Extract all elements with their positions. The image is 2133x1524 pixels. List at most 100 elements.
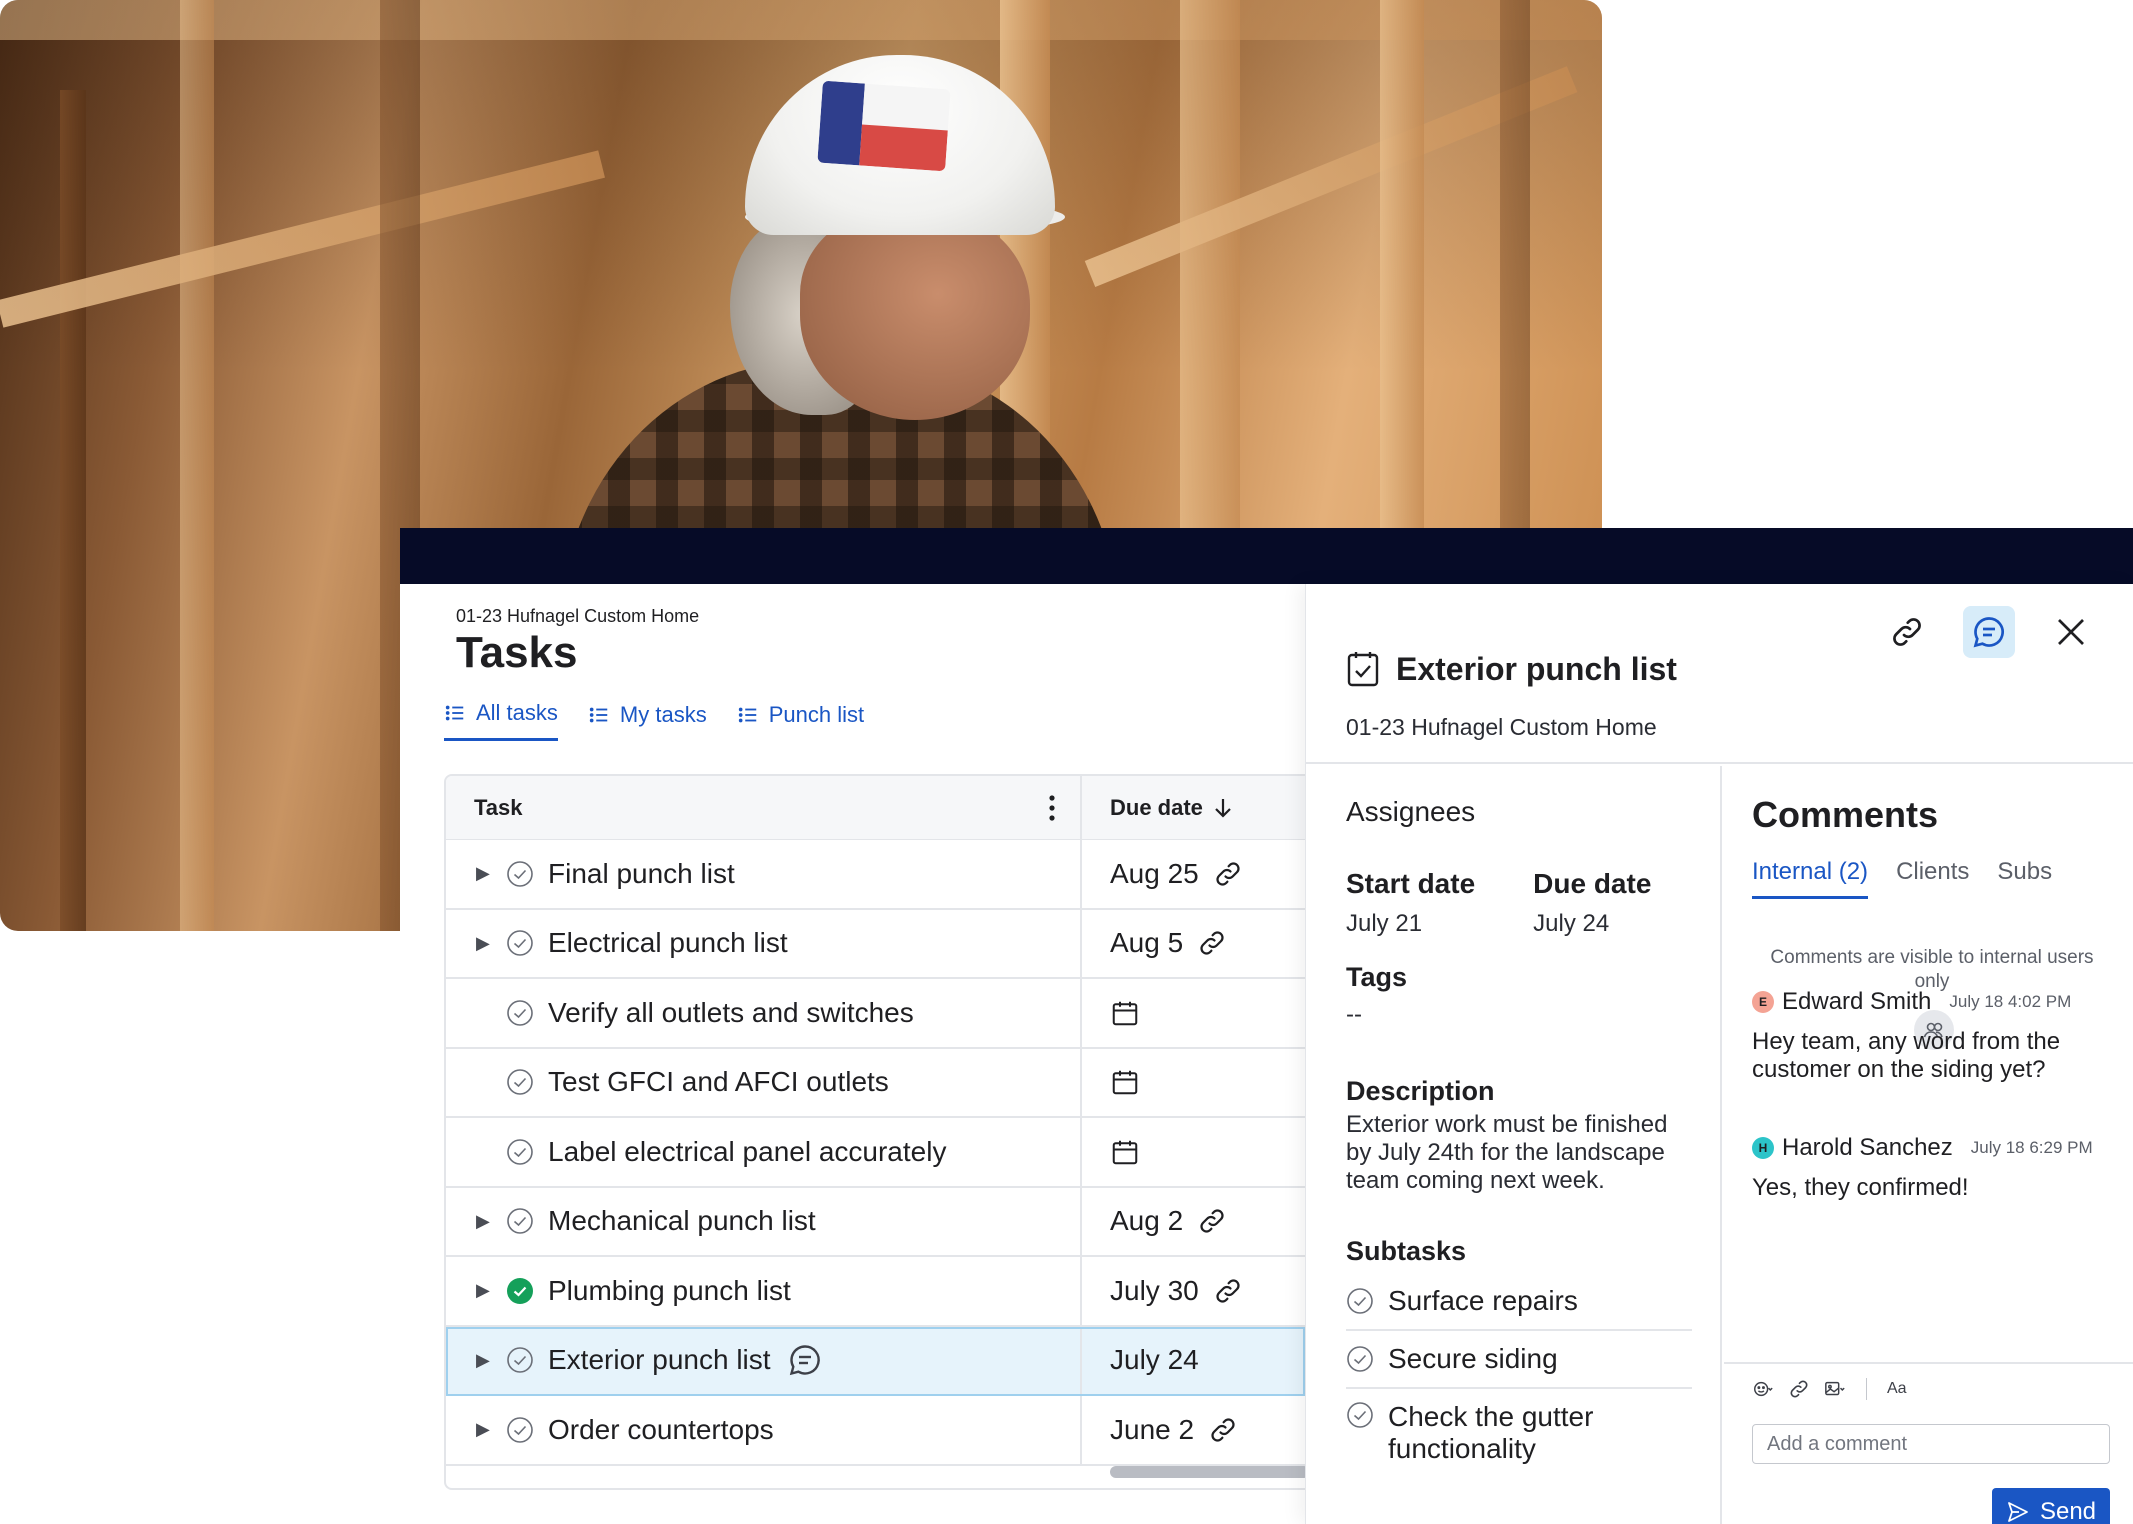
description-field[interactable]: Description Exterior work must be finish… [1346, 1076, 1696, 1195]
start-date-field[interactable]: Start date July 21 [1346, 868, 1475, 938]
column-header-due-date[interactable]: Due date [1082, 776, 1305, 839]
start-date-value: July 21 [1346, 910, 1423, 937]
tab-client-comments[interactable]: Clients [1896, 858, 1969, 899]
table-row[interactable]: Label electrical panel accurately [446, 1118, 1305, 1188]
tab-internal-comments[interactable]: Internal (2) [1752, 858, 1869, 899]
task-cell[interactable]: Verify all outlets and switches [446, 979, 1082, 1047]
composer-toolbar: Aa [1752, 1378, 1907, 1400]
expand-caret-icon[interactable]: ▶ [476, 1211, 492, 1232]
tags-field[interactable]: Tags -- [1346, 962, 1407, 1029]
task-cell[interactable]: ▶ Plumbing punch list [446, 1257, 1082, 1325]
due-date-cell[interactable]: Aug 25 [1082, 840, 1305, 908]
comment-input[interactable] [1752, 1424, 2110, 1464]
close-panel-button[interactable] [2045, 606, 2097, 658]
table-row[interactable]: ▶ Final punch list Aug 25 [446, 840, 1305, 910]
column-header-task[interactable]: Task [446, 776, 1082, 839]
link-icon[interactable] [1208, 1415, 1238, 1445]
calendar-icon[interactable] [1110, 1137, 1140, 1167]
send-comment-button[interactable]: Send [1992, 1488, 2110, 1524]
table-row[interactable]: ▶ Exterior punch list July 24 [446, 1326, 1305, 1396]
task-status-circle-icon[interactable] [506, 999, 534, 1027]
table-row[interactable]: Test GFCI and AFCI outlets [446, 1048, 1305, 1118]
due-date-cell[interactable] [1082, 979, 1305, 1047]
link-icon[interactable] [1213, 859, 1243, 889]
task-status-circle-icon[interactable] [506, 1138, 534, 1166]
column-label: Task [474, 794, 523, 820]
task-status-circle-icon[interactable] [1346, 1345, 1374, 1373]
due-date-field[interactable]: Due date July 24 [1533, 868, 1651, 938]
due-date-cell[interactable]: Aug 2 [1082, 1188, 1305, 1256]
task-status-circle-icon[interactable] [1346, 1401, 1374, 1429]
task-status-circle-icon[interactable] [506, 1346, 534, 1374]
task-cell[interactable]: ▶ Order countertops [446, 1396, 1082, 1464]
comment-bubble-icon[interactable] [787, 1342, 823, 1378]
comment-body: Yes, they confirmed! [1752, 1174, 1969, 1201]
toggle-comments-button[interactable] [1963, 606, 2015, 658]
link-icon[interactable] [1788, 1378, 1810, 1400]
tab-label: Punch list [768, 701, 865, 727]
task-cell[interactable]: Test GFCI and AFCI outlets [446, 1048, 1082, 1116]
text-format-button[interactable]: Aa [1887, 1380, 1907, 1398]
breadcrumb[interactable]: 01-23 Hufnagel Custom Home [456, 606, 699, 627]
tasks-table: Task Due date ▶ Final punch list Aug 25 ▶ El… [444, 774, 1305, 1490]
table-row[interactable]: ▶ Mechanical punch list Aug 2 [446, 1187, 1305, 1257]
task-cell[interactable]: ▶ Exterior punch list [446, 1326, 1082, 1394]
subtasks-label: Subtasks [1346, 1236, 1467, 1266]
due-date-cell[interactable]: Aug 5 [1082, 910, 1305, 978]
tab-sub-comments[interactable]: Subs [1997, 858, 2052, 899]
assignees-field[interactable]: Assignees [1346, 796, 1475, 828]
table-row[interactable]: Verify all outlets and switches [446, 979, 1305, 1049]
tab-all-tasks[interactable]: All tasks [444, 700, 558, 741]
dates-row: Start date July 21 Due date July 24 [1346, 868, 1651, 938]
subtask-label: Secure siding [1388, 1343, 1558, 1374]
due-date-cell[interactable]: July 24 [1082, 1327, 1305, 1395]
image-icon[interactable] [1824, 1378, 1846, 1400]
task-cell[interactable]: ▶ Mechanical punch list [446, 1187, 1082, 1255]
table-row[interactable]: ▶ Order countertops June 2 [446, 1396, 1305, 1466]
due-date-cell[interactable]: July 30 [1082, 1257, 1305, 1325]
link-icon[interactable] [1197, 928, 1227, 958]
calendar-icon[interactable] [1110, 998, 1140, 1028]
horizontal-scrollbar[interactable] [1110, 1466, 1305, 1478]
task-cell[interactable]: ▶ Electrical punch list [446, 909, 1082, 977]
link-icon[interactable] [1213, 1276, 1243, 1306]
description-label: Description [1346, 1076, 1495, 1106]
subtask-item[interactable]: Secure siding [1346, 1331, 1692, 1389]
toolbar-divider [1866, 1378, 1867, 1400]
task-cell[interactable]: ▶ Final punch list [446, 840, 1082, 908]
task-status-circle-icon[interactable] [506, 860, 534, 888]
tab-my-tasks[interactable]: My tasks [588, 700, 707, 741]
task-status-circle-icon[interactable] [1346, 1287, 1374, 1315]
subtask-item[interactable]: Check the gutter functionality [1346, 1389, 1692, 1477]
expand-caret-icon[interactable]: ▶ [476, 863, 492, 884]
comment-author: Harold Sanchez [1782, 1134, 1953, 1161]
comment-bubble-icon [1973, 617, 2004, 648]
expand-caret-icon[interactable]: ▶ [476, 1280, 492, 1301]
task-cell[interactable]: Label electrical panel accurately [446, 1118, 1082, 1186]
task-status-circle-icon[interactable] [506, 1068, 534, 1096]
due-date-cell[interactable] [1082, 1118, 1305, 1186]
table-row[interactable]: ▶ Plumbing punch list July 30 [446, 1257, 1305, 1327]
task-status-circle-icon[interactable] [506, 1416, 534, 1444]
table-row[interactable]: ▶ Electrical punch list Aug 5 [446, 909, 1305, 979]
task-status-circle-icon[interactable] [506, 929, 534, 957]
expand-caret-icon[interactable]: ▶ [476, 1350, 492, 1371]
copy-link-button[interactable] [1881, 606, 1933, 658]
calendar-icon[interactable] [1110, 1067, 1140, 1097]
link-icon [1893, 618, 1921, 646]
due-date-value: July 24 [1110, 1344, 1199, 1376]
due-date-cell[interactable] [1082, 1049, 1305, 1117]
task-complete-check-icon[interactable] [506, 1277, 534, 1305]
tags-label: Tags [1346, 962, 1408, 992]
expand-caret-icon[interactable]: ▶ [476, 933, 492, 954]
due-date-cell[interactable]: June 2 [1082, 1396, 1305, 1464]
tab-punch-list[interactable]: Punch list [737, 700, 864, 741]
subtask-item[interactable]: Surface repairs [1346, 1273, 1692, 1331]
task-status-circle-icon[interactable] [506, 1207, 534, 1235]
more-vertical-icon[interactable] [1048, 794, 1056, 822]
send-icon [2008, 1502, 2028, 1522]
expand-caret-icon[interactable]: ▶ [476, 1419, 492, 1440]
task-name: Order countertops [548, 1413, 774, 1445]
emoji-icon[interactable] [1752, 1378, 1774, 1400]
link-icon[interactable] [1197, 1206, 1227, 1236]
